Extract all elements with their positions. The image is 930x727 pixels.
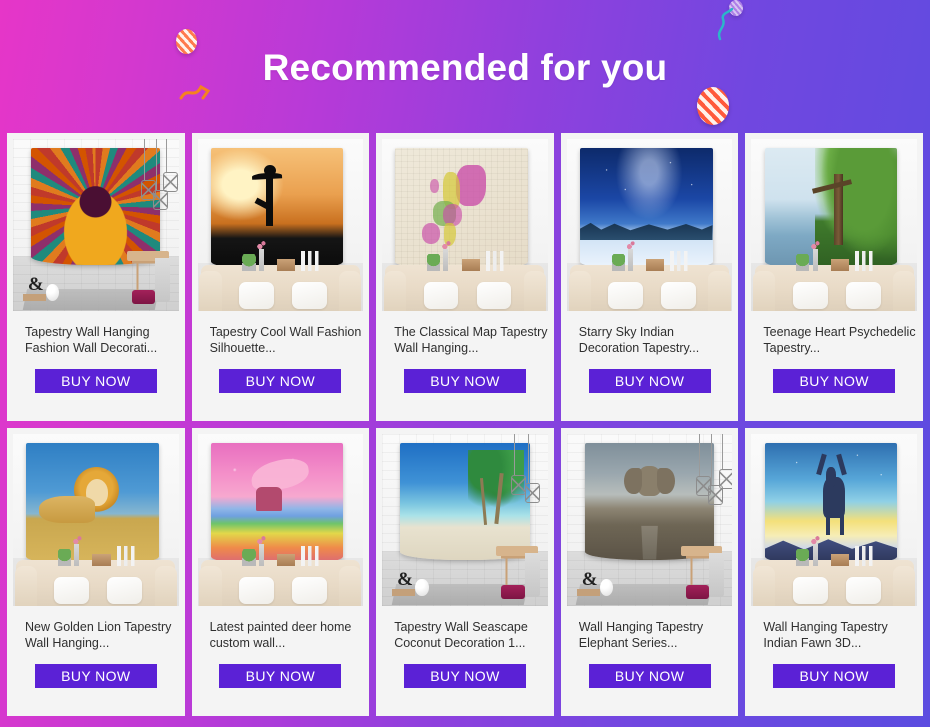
- confetti-squiggle-orange-icon: [179, 84, 211, 100]
- buy-now-button[interactable]: BUY NOW: [588, 369, 711, 393]
- product-card[interactable]: & Wall Hanging Tapestry Elephant Series.…: [560, 428, 739, 716]
- product-title: Tapestry Wall Seascape Coconut Decoratio…: [394, 620, 528, 650]
- buy-now-button[interactable]: BUY NOW: [219, 369, 342, 393]
- product-title: Tapestry Wall Hanging Fashion Wall Decor…: [25, 325, 158, 355]
- product-image: [197, 139, 364, 311]
- buy-now-button[interactable]: BUY NOW: [773, 664, 896, 688]
- product-card[interactable]: Starry Sky Indian Decoration Tapestry...…: [560, 133, 739, 421]
- page-header: Recommended for you: [0, 0, 930, 133]
- product-image: &: [13, 139, 179, 311]
- product-title: Starry Sky Indian Decoration Tapestry...: [578, 325, 700, 355]
- page-title: Recommended for you: [262, 46, 668, 88]
- product-image: &: [566, 434, 733, 606]
- product-card[interactable]: Wall Hanging Tapestry Indian Fawn 3D... …: [745, 428, 923, 716]
- product-card[interactable]: & Tapestry Wall Seascape Coconut Decorat…: [376, 428, 554, 716]
- tapestry-artwork: [210, 147, 344, 270]
- product-grid-row-2: New Golden Lion Tapestry Wall Hanging...…: [0, 428, 930, 723]
- product-title: The Classical Map Tapestry Wall Hanging.…: [394, 325, 548, 355]
- tapestry-artwork: [764, 442, 898, 565]
- product-image: [751, 139, 917, 311]
- product-image: [197, 434, 364, 606]
- product-title: Wall Hanging Tapestry Indian Fawn 3D...: [763, 620, 888, 650]
- tapestry-artwork: [210, 442, 344, 565]
- tapestry-artwork: [395, 147, 528, 270]
- product-card[interactable]: & Tapestry Wall Hanging Fashion Wall Dec…: [7, 133, 185, 421]
- product-title: New Golden Lion Tapestry Wall Hanging...: [25, 620, 172, 650]
- confetti-ball-orange-small-icon: [176, 29, 197, 54]
- product-image: [751, 434, 917, 606]
- tapestry-artwork: [580, 147, 713, 270]
- product-card[interactable]: Latest painted deer home custom wall... …: [191, 428, 370, 716]
- product-image: [13, 434, 179, 606]
- buy-now-button[interactable]: BUY NOW: [773, 369, 896, 393]
- product-card[interactable]: New Golden Lion Tapestry Wall Hanging...…: [7, 428, 185, 716]
- confetti-ball-orange-large-icon: [697, 87, 729, 125]
- buy-now-button[interactable]: BUY NOW: [34, 369, 157, 393]
- product-title: Latest painted deer home custom wall...: [209, 620, 352, 650]
- product-grid-row-1: & Tapestry Wall Hanging Fashion Wall Dec…: [0, 133, 930, 428]
- product-card[interactable]: The Classical Map Tapestry Wall Hanging.…: [376, 133, 554, 421]
- product-title: Wall Hanging Tapestry Elephant Series...: [578, 620, 704, 650]
- product-image: [382, 139, 548, 311]
- product-title: Tapestry Cool Wall Fashion Silhouette...: [209, 325, 362, 355]
- buy-now-button[interactable]: BUY NOW: [34, 664, 157, 688]
- product-image: &: [382, 434, 548, 606]
- product-image: [566, 139, 733, 311]
- confetti-squiggle-teal-icon: [717, 8, 734, 41]
- buy-now-button[interactable]: BUY NOW: [403, 664, 526, 688]
- tapestry-artwork: [26, 442, 159, 565]
- buy-now-button[interactable]: BUY NOW: [588, 664, 711, 688]
- buy-now-button[interactable]: BUY NOW: [219, 664, 342, 688]
- product-card[interactable]: Teenage Heart Psychedelic Tapestry... BU…: [745, 133, 923, 421]
- product-card[interactable]: Tapestry Cool Wall Fashion Silhouette...…: [191, 133, 370, 421]
- product-title: Teenage Heart Psychedelic Tapestry...: [763, 325, 916, 355]
- tapestry-artwork: [764, 147, 898, 270]
- buy-now-button[interactable]: BUY NOW: [403, 369, 526, 393]
